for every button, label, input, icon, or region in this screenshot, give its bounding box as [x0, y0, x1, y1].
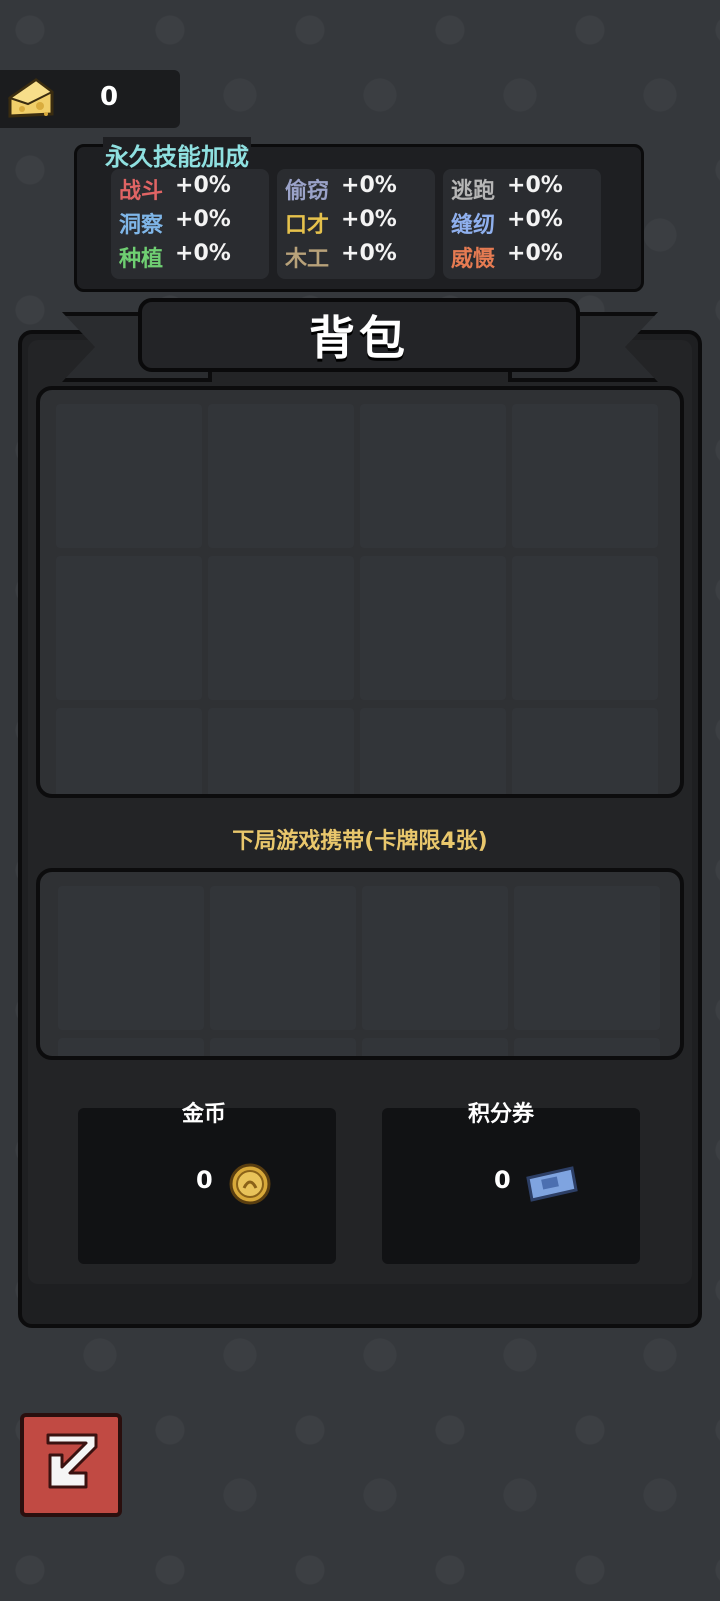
gold-label: 金币 [182, 1102, 227, 1127]
cheese-count: 0 [100, 82, 119, 112]
inventory-slot[interactable] [512, 556, 658, 700]
points-card: 0 [382, 1108, 640, 1264]
ticket-icon [526, 1166, 578, 1202]
skill-row-insight: 洞察 +0% [119, 207, 231, 241]
skill-row-eloquence: 口才 +0% [285, 207, 397, 241]
inventory-slot[interactable] [360, 708, 506, 794]
carry-slot[interactable] [210, 886, 356, 1030]
cheese-icon [7, 78, 54, 118]
inventory-slot[interactable] [512, 708, 658, 794]
skill-name: 洞察 [119, 213, 164, 238]
inventory-slot[interactable] [208, 556, 354, 700]
points-value: 0 [494, 1166, 511, 1194]
skill-value: +0% [175, 241, 231, 266]
carry-slot[interactable] [58, 886, 204, 1030]
skill-value: +0% [507, 173, 563, 198]
skill-value: +0% [341, 241, 397, 266]
carry-card-grid [36, 868, 684, 1060]
permanent-skill-panel: 永久技能加成 战斗 +0% 洞察 +0% 种植 +0% 偷窃 +0% 口才 +0… [74, 137, 644, 292]
skill-row-escape: 逃跑 +0% [451, 173, 563, 207]
gold-coin-icon [229, 1163, 271, 1205]
carry-slot[interactable] [362, 1038, 508, 1056]
skill-value: +0% [507, 241, 563, 266]
cheese-counter: 0 [0, 70, 180, 128]
skill-column-3: 逃跑 +0% 缝纫 +0% 威慑 +0% [443, 169, 601, 279]
skill-name: 逃跑 [451, 179, 496, 204]
skill-row-intimidation: 威慑 +0% [451, 241, 563, 275]
skill-name: 威慑 [451, 247, 496, 272]
skill-name: 木工 [285, 247, 330, 272]
skill-column-1: 战斗 +0% 洞察 +0% 种植 +0% [111, 169, 269, 279]
inventory-slot[interactable] [208, 404, 354, 548]
skill-value: +0% [175, 207, 231, 232]
backpack-title: 背包 [309, 311, 409, 365]
skill-value: +0% [507, 207, 563, 232]
carry-next-game-label: 下局游戏携带(卡牌限4张) [232, 829, 488, 854]
skill-column-2: 偷窃 +0% 口才 +0% 木工 +0% [277, 169, 435, 279]
carry-slot[interactable] [514, 1038, 660, 1056]
carry-slot[interactable] [58, 1038, 204, 1056]
carry-slot[interactable] [514, 886, 660, 1030]
skill-panel-title: 永久技能加成 [103, 137, 251, 172]
backpack-title-plate: 背包 [138, 298, 580, 372]
skill-row-stealing: 偷窃 +0% [285, 173, 397, 207]
inventory-slot[interactable] [208, 708, 354, 794]
inventory-slot[interactable] [512, 404, 658, 548]
back-button[interactable] [20, 1413, 122, 1517]
skill-name: 偷窃 [285, 179, 330, 204]
gold-value: 0 [196, 1166, 213, 1194]
skill-value: +0% [341, 207, 397, 232]
inventory-slot[interactable] [56, 556, 202, 700]
skill-row-combat: 战斗 +0% [119, 173, 231, 207]
skill-value: +0% [175, 173, 231, 198]
skill-name: 战斗 [119, 179, 164, 204]
skill-name: 种植 [119, 247, 164, 272]
gold-card: 0 [78, 1108, 336, 1264]
skill-row-planting: 种植 +0% [119, 241, 231, 275]
carry-slot[interactable] [210, 1038, 356, 1056]
carry-slot[interactable] [362, 886, 508, 1030]
points-label: 积分券 [468, 1102, 535, 1127]
skill-row-carpentry: 木工 +0% [285, 241, 397, 275]
skill-name: 口才 [285, 213, 330, 238]
inventory-slot[interactable] [360, 404, 506, 548]
inventory-slot[interactable] [360, 556, 506, 700]
skill-name: 缝纫 [451, 213, 496, 238]
inventory-slot[interactable] [56, 404, 202, 548]
backpack-inventory-grid [36, 386, 684, 798]
skill-row-sewing: 缝纫 +0% [451, 207, 563, 241]
skill-value: +0% [341, 173, 397, 198]
return-arrow-icon [46, 1433, 98, 1489]
inventory-slot[interactable] [56, 708, 202, 794]
